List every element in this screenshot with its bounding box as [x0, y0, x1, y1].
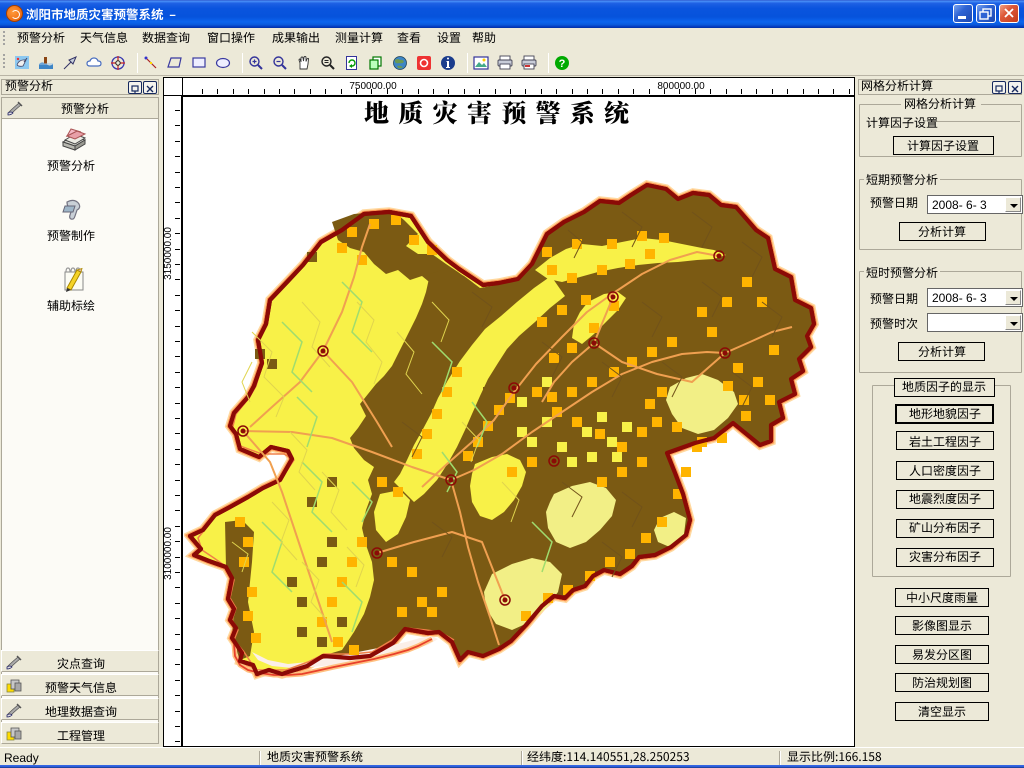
svg-text:?: ?: [559, 58, 566, 70]
